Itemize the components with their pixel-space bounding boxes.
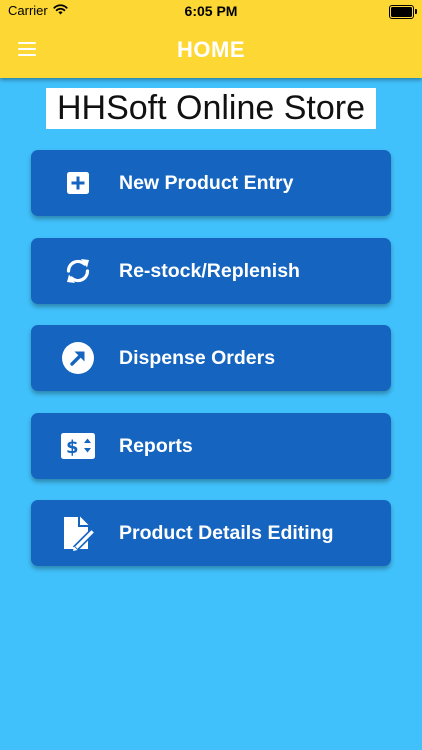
dispense-orders-button[interactable]: Dispense Orders xyxy=(31,325,391,391)
reports-button[interactable]: $ Reports xyxy=(31,412,391,479)
product-details-editing-label: Product Details Editing xyxy=(119,522,334,544)
app-header: Carrier 6:05 PM HOME xyxy=(0,0,422,78)
restock-replenish-button[interactable]: Re-stock/Replenish xyxy=(31,237,391,304)
battery-icon xyxy=(389,5,417,19)
status-time: 6:05 PM xyxy=(184,3,238,19)
restock-replenish-label: Re-stock/Replenish xyxy=(119,259,300,282)
arrow-up-right-circle-icon xyxy=(61,341,95,375)
sync-icon xyxy=(61,254,95,288)
new-product-entry-label: New Product Entry xyxy=(119,172,294,194)
dispense-orders-label: Dispense Orders xyxy=(119,347,276,369)
main-menu: New Product Entry Re-stock/Replenish Dis… xyxy=(31,150,391,588)
product-details-editing-button[interactable]: Product Details Editing xyxy=(31,500,391,566)
new-product-entry-button[interactable]: New Product Entry xyxy=(31,150,391,216)
svg-text:$: $ xyxy=(66,437,79,458)
store-title: HHSoft Online Store xyxy=(46,88,376,129)
file-edit-icon xyxy=(61,516,95,551)
reports-label: Reports xyxy=(119,434,193,457)
page-title: HOME xyxy=(177,37,245,62)
status-bar: Carrier 6:05 PM xyxy=(0,0,422,24)
plus-square-icon xyxy=(61,166,95,200)
dollar-sort-icon: $ xyxy=(61,429,95,463)
